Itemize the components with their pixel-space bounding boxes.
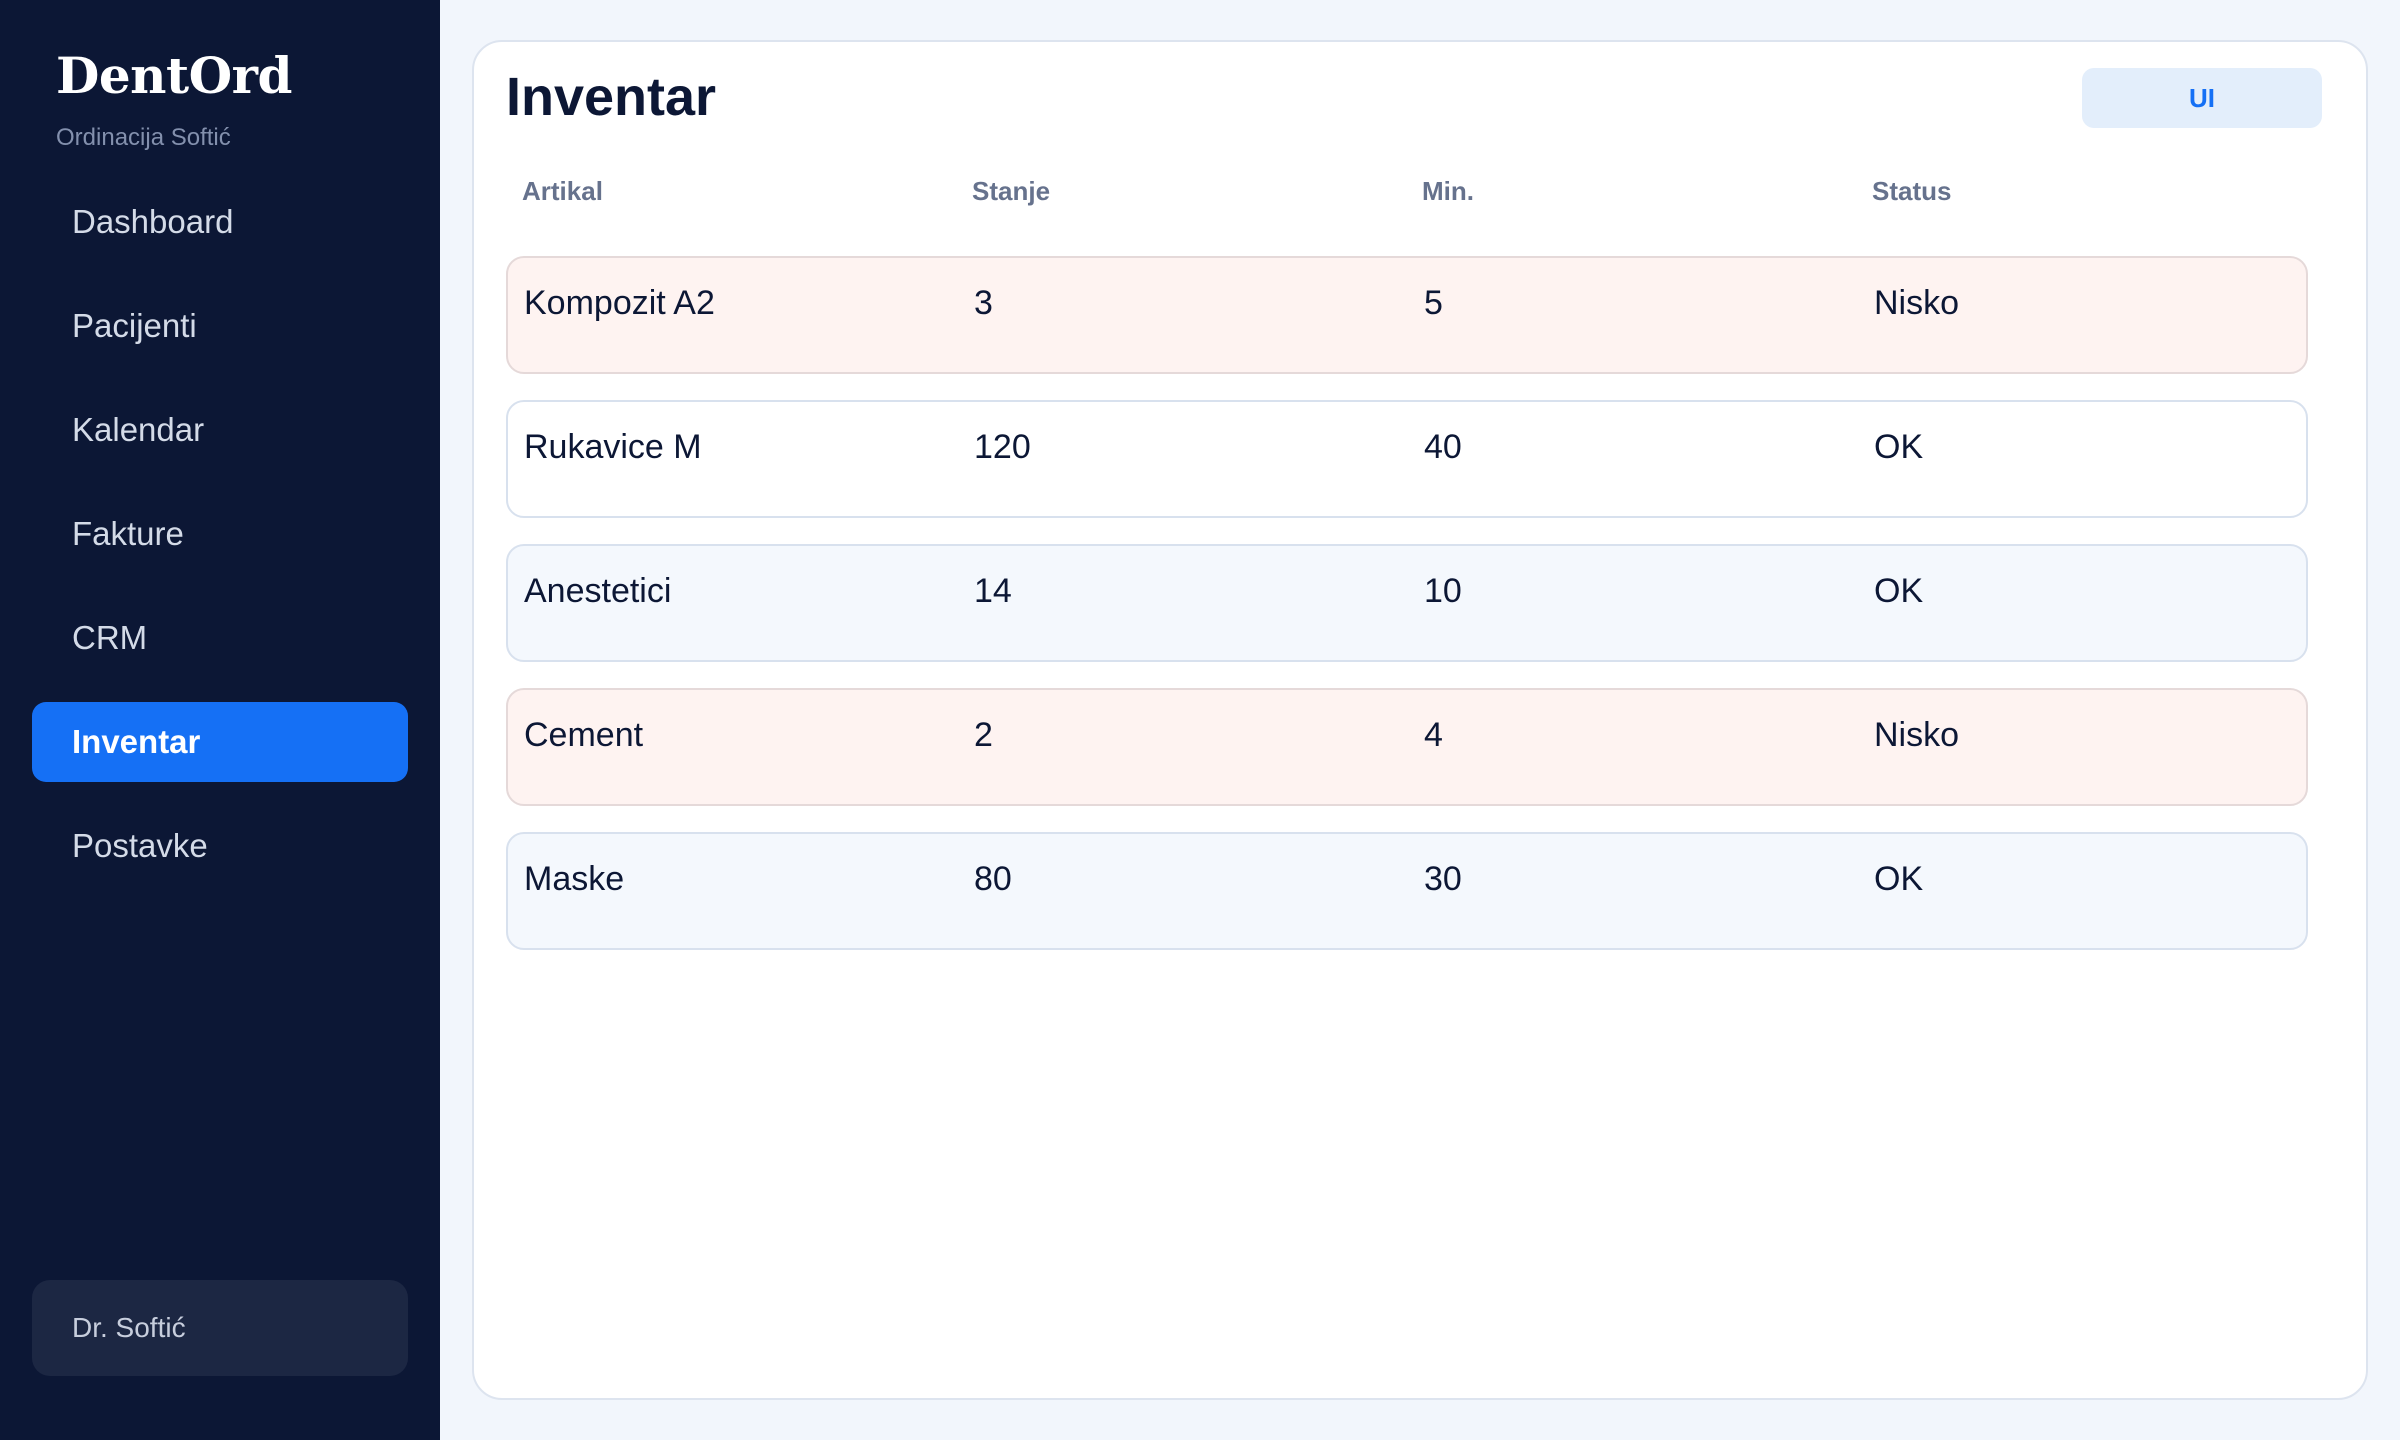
clinic-name: Ordinacija Softić [56,124,231,151]
table-row[interactable]: Anestetici 14 10 OK [506,544,2308,662]
column-header-status[interactable]: Status [1872,176,1951,207]
sidebar-item-label: Inventar [72,723,201,760]
table-row[interactable]: Kompozit A2 3 5 Nisko [506,256,2308,374]
cell-status: OK [1874,860,1924,898]
page-title: Inventar [506,67,717,127]
column-header-min[interactable]: Min. [1422,176,1474,207]
cell-min: 40 [1424,428,1462,466]
user-profile-card[interactable]: Dr. Softić [32,1280,408,1376]
cell-artikal: Anestetici [524,572,672,610]
cell-min: 10 [1424,572,1462,610]
cell-stanje: 2 [974,716,993,754]
cell-status: Nisko [1874,716,1960,754]
column-header-artikal[interactable]: Artikal [522,176,603,207]
cell-stanje: 120 [974,428,1031,466]
column-header-stanje[interactable]: Stanje [972,176,1050,207]
sidebar-item-label: Kalendar [72,411,205,448]
sidebar-item-kalendar[interactable]: Kalendar [32,390,408,470]
cell-artikal: Kompozit A2 [524,284,715,322]
app-root: DentOrd Ordinacija Softić Dashboard Paci… [0,0,2400,1440]
sidebar-item-label: Postavke [72,827,208,864]
sidebar-nav: Dashboard Pacijenti Kalendar Fakture CRM… [32,182,408,910]
brand-logo: DentOrd [56,46,292,105]
cell-status: OK [1874,428,1924,466]
sidebar-item-dashboard[interactable]: Dashboard [32,182,408,262]
table-row[interactable]: Cement 2 4 Nisko [506,688,2308,806]
cell-min: 4 [1424,716,1443,754]
ui-button[interactable]: UI [2082,68,2322,128]
cell-artikal: Rukavice M [524,428,702,466]
sidebar-item-fakture[interactable]: Fakture [32,494,408,574]
inventory-table: Kompozit A2 3 5 Nisko Rukavice M 120 40 … [506,256,2308,976]
cell-stanje: 14 [974,572,1012,610]
inventory-panel: Inventar UI Artikal Stanje Min. Status K… [472,40,2368,1400]
sidebar-item-label: Fakture [72,515,184,552]
cell-status: Nisko [1874,284,1960,322]
cell-status: OK [1874,572,1924,610]
cell-artikal: Cement [524,716,644,754]
sidebar: DentOrd Ordinacija Softić Dashboard Paci… [0,0,440,1440]
user-name: Dr. Softić [72,1312,186,1343]
sidebar-item-label: CRM [72,619,148,656]
sidebar-item-crm[interactable]: CRM [32,598,408,678]
cell-min: 5 [1424,284,1443,322]
cell-min: 30 [1424,860,1462,898]
cell-stanje: 3 [974,284,993,322]
table-row[interactable]: Maske 80 30 OK [506,832,2308,950]
sidebar-item-postavke[interactable]: Postavke [32,806,408,886]
sidebar-item-label: Dashboard [72,203,234,240]
cell-stanje: 80 [974,860,1012,898]
table-row[interactable]: Rukavice M 120 40 OK [506,400,2308,518]
table-header: Artikal Stanje Min. Status [506,176,2308,226]
sidebar-item-pacijenti[interactable]: Pacijenti [32,286,408,366]
cell-artikal: Maske [524,860,625,898]
sidebar-item-inventar[interactable]: Inventar [32,702,408,782]
sidebar-item-label: Pacijenti [72,307,197,344]
